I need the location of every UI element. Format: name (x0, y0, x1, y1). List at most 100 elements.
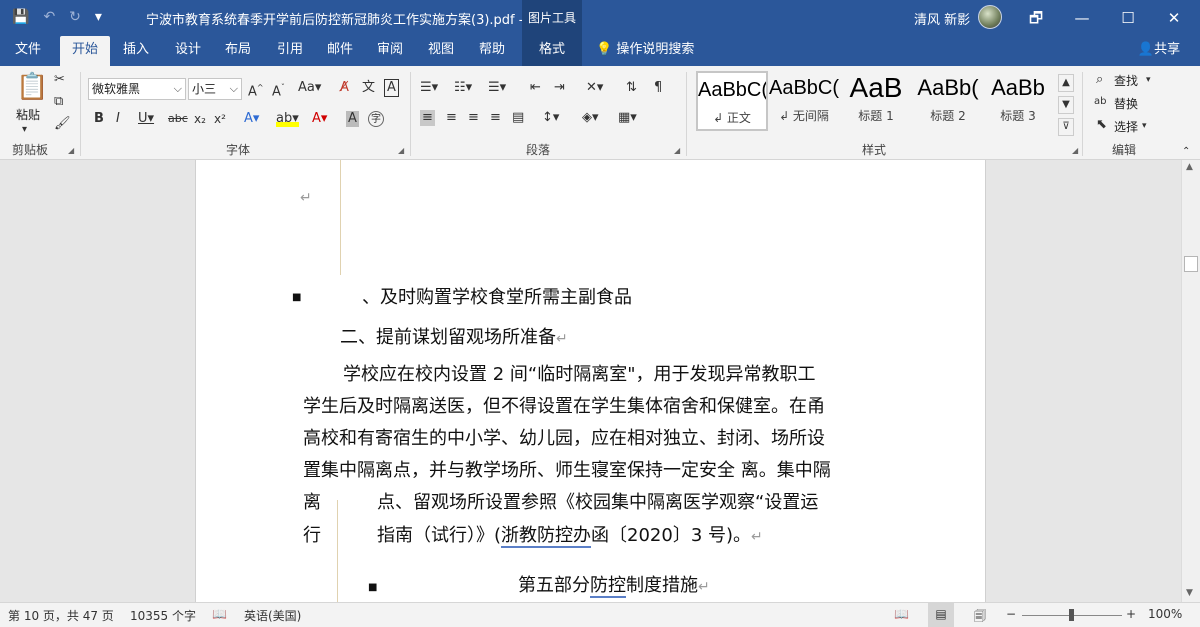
proofing-icon[interactable]: 📖 (212, 607, 227, 621)
zoom-slider-thumb[interactable] (1069, 609, 1074, 621)
tab-format[interactable]: 格式 (522, 36, 582, 66)
zoom-level[interactable]: 100% (1148, 607, 1182, 621)
maximize-button[interactable]: ☐ (1114, 4, 1142, 32)
character-border-icon[interactable]: A (384, 79, 399, 97)
increase-indent-icon[interactable]: ⇥ (554, 80, 565, 96)
styles-scroll-up-icon[interactable]: ▲ (1058, 74, 1074, 92)
line-spacing-icon[interactable]: ↕▾ (542, 110, 559, 126)
undo-icon[interactable]: ↶ (43, 8, 55, 26)
underline-icon[interactable]: U▾ (138, 111, 154, 127)
vertical-scrollbar[interactable]: ▲ ▼ (1181, 160, 1200, 602)
scroll-up-icon[interactable]: ▲ (1186, 162, 1193, 172)
chevron-down-icon[interactable]: ▾ (1146, 72, 1151, 88)
redo-icon[interactable]: ↻ (69, 8, 81, 26)
paste-dropdown-icon[interactable]: ▾ (22, 122, 27, 138)
decrease-indent-icon[interactable]: ⇤ (530, 80, 541, 96)
chinese-layout-icon[interactable]: ✕▾ (586, 80, 603, 96)
font-color-icon[interactable]: A▾ (312, 111, 327, 127)
sort-icon[interactable]: ⇅ (626, 80, 637, 96)
ribbon-display-options-icon[interactable]: 🗗 (1022, 4, 1050, 32)
paste-icon[interactable]: 📋 (16, 72, 48, 102)
scrollbar-thumb[interactable] (1184, 256, 1198, 272)
replace-button[interactable]: 替换 (1114, 95, 1138, 112)
customize-qat-icon[interactable]: ▾ (95, 8, 102, 26)
tab-layout[interactable]: 布局 (216, 36, 260, 66)
italic-icon[interactable]: I (116, 111, 120, 127)
bold-icon[interactable]: B (94, 111, 104, 127)
tab-file[interactable]: 文件 (4, 36, 52, 66)
align-right-icon[interactable]: ≡ (468, 110, 479, 126)
print-layout-icon[interactable]: ▤ (928, 603, 954, 627)
find-icon[interactable]: ⌕ (1096, 72, 1103, 88)
find-button[interactable]: 查找 (1114, 72, 1138, 89)
change-case-icon[interactable]: Aa▾ (298, 80, 321, 96)
scroll-down-icon[interactable]: ▼ (1186, 588, 1193, 598)
read-mode-icon[interactable]: 📖 (894, 607, 909, 621)
user-name[interactable]: 清风 新影 (914, 9, 970, 28)
document-page[interactable]: ↵ ■ 、及时购置学校食堂所需主副食品 二、提前谋划留观场所准备↵ 学校应在校内… (195, 160, 986, 602)
tab-references[interactable]: 引用 (268, 36, 312, 66)
bullets-icon[interactable]: ☰▾ (420, 80, 438, 96)
font-name-combo[interactable]: 微软雅黑 ⌵ (88, 78, 186, 100)
page-count[interactable]: 第 10 页，共 47 页 (8, 607, 114, 624)
strikethrough-icon[interactable]: abc (168, 111, 188, 127)
tab-design[interactable]: 设计 (166, 36, 210, 66)
document-area[interactable]: ↵ ■ 、及时购置学校食堂所需主副食品 二、提前谋划留观场所准备↵ 学校应在校内… (0, 160, 1181, 602)
language[interactable]: 英语(美国) (244, 607, 301, 624)
styles-more-icon[interactable]: ⊽ (1058, 118, 1074, 136)
cut-icon[interactable]: ✂ (54, 72, 65, 88)
character-shading-icon[interactable]: A (346, 111, 359, 127)
collapse-ribbon-icon[interactable]: ⌃ (1182, 144, 1190, 160)
justify-icon[interactable]: ≡ (490, 110, 501, 126)
style-heading-1[interactable]: AaB 标题 1 (840, 71, 912, 131)
show-marks-icon[interactable]: ¶ (654, 80, 662, 96)
phonetic-guide-icon[interactable]: 文 (362, 80, 375, 96)
paragraph-launcher-icon[interactable]: ◢ (674, 146, 680, 155)
save-icon[interactable]: 💾 (12, 8, 29, 26)
tab-home[interactable]: 开始 (60, 36, 110, 66)
align-left-icon[interactable]: ≡ (420, 110, 435, 126)
avatar[interactable] (978, 5, 1002, 29)
format-painter-icon[interactable]: 🖌 (54, 116, 71, 132)
clear-formatting-icon[interactable]: A̸ (340, 80, 349, 96)
minimize-button[interactable]: — (1068, 4, 1096, 32)
multilevel-list-icon[interactable]: ☰▾ (488, 80, 506, 96)
replace-icon[interactable]: ab (1094, 94, 1106, 110)
tab-mailings[interactable]: 邮件 (318, 36, 362, 66)
style-no-spacing[interactable]: AaBbC( ↲ 无间隔 (768, 71, 840, 131)
highlight-color-icon[interactable]: ab▾ (276, 111, 299, 127)
style-heading-2[interactable]: AaBb( 标题 2 (912, 71, 984, 131)
share-button[interactable]: 👤共享 (1126, 36, 1192, 66)
zoom-in-icon[interactable]: + (1126, 607, 1136, 621)
superscript-icon[interactable]: x² (214, 111, 226, 127)
enclose-characters-icon[interactable]: 字 (368, 111, 384, 127)
font-launcher-icon[interactable]: ◢ (398, 146, 404, 155)
select-button[interactable]: 选择 (1114, 118, 1138, 135)
text-effects-icon[interactable]: A▾ (244, 111, 259, 127)
subscript-icon[interactable]: x₂ (194, 111, 206, 127)
web-layout-icon[interactable]: 🗐 (974, 607, 986, 627)
word-count[interactable]: 10355 个字 (130, 607, 196, 624)
tab-insert[interactable]: 插入 (114, 36, 158, 66)
select-cursor-icon[interactable]: ⬉ (1096, 117, 1107, 133)
numbering-icon[interactable]: ☷▾ (454, 80, 472, 96)
close-button[interactable]: ✕ (1160, 4, 1188, 32)
tab-help[interactable]: 帮助 (470, 36, 514, 66)
chevron-down-icon[interactable]: ▾ (1142, 118, 1147, 134)
borders-icon[interactable]: ▦▾ (618, 110, 637, 126)
copy-icon[interactable]: ⧉ (54, 94, 63, 110)
font-size-combo[interactable]: 小三 ⌵ (188, 78, 242, 100)
tell-me-search[interactable]: 💡 操作说明搜索 (596, 36, 716, 66)
paste-button-label[interactable]: 粘贴 (16, 106, 40, 123)
shading-icon[interactable]: ◈▾ (582, 110, 599, 126)
styles-scroll-down-icon[interactable]: ▼ (1058, 96, 1074, 114)
tab-review[interactable]: 审阅 (368, 36, 412, 66)
distributed-icon[interactable]: ▤ (512, 110, 524, 126)
zoom-out-icon[interactable]: − (1006, 607, 1016, 621)
styles-launcher-icon[interactable]: ◢ (1072, 146, 1078, 155)
style-normal[interactable]: AaBbC( ↲ 正文 (696, 71, 768, 131)
clipboard-launcher-icon[interactable]: ◢ (68, 146, 74, 155)
tab-view[interactable]: 视图 (419, 36, 463, 66)
grow-font-icon[interactable]: A^ (248, 80, 264, 100)
style-heading-3[interactable]: AaBb 标题 3 (982, 71, 1054, 131)
